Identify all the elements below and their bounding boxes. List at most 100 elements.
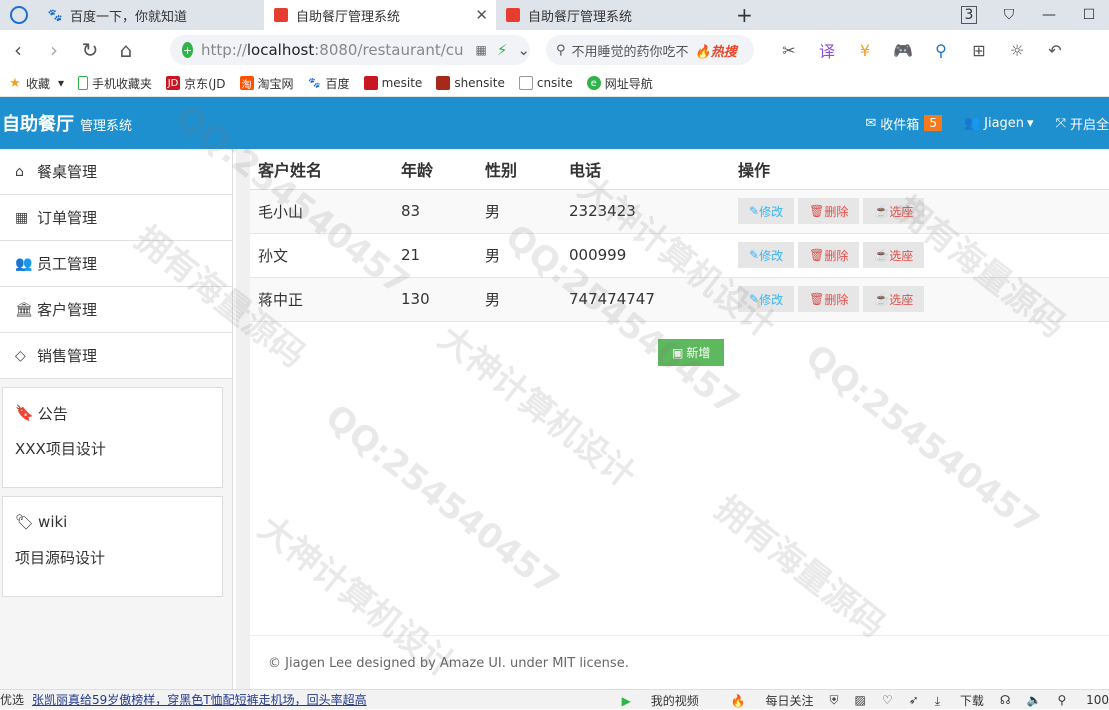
home-icon[interactable]: ⌂ [108,38,144,62]
sidebar-item-staff[interactable]: 👥 员工管理 [0,241,232,287]
back-icon[interactable]: ‹ [0,38,36,62]
delete-button[interactable]: 🗑 删除 [798,198,860,224]
bookmark-jd[interactable]: JD 京东(JD [166,75,226,92]
heart-icon[interactable]: ♡ [882,693,893,707]
speaker-icon[interactable]: 🔈 [1027,693,1042,707]
translate-icon[interactable]: 译 [808,38,846,62]
coin-icon[interactable]: ¥ [846,41,884,60]
cell-actions: ✎ 修改 🗑 删除 ☕ 选座 [730,277,1109,322]
tab-label: 百度一下，你就知道 [70,9,188,25]
game-icon[interactable]: 🎮 [884,41,922,60]
reload-icon[interactable]: ↻ [72,38,108,62]
url-input[interactable]: + http:// localhost :8080/restaurant/cu … [170,35,530,65]
user-menu[interactable]: 👥 Jiagen ▾ [964,116,1034,131]
url-host: localhost [246,41,315,59]
select-seat-button[interactable]: ☕ 选座 [863,242,925,268]
cup-icon: ☕ [874,248,890,262]
bookmarks-bar: ★ 收藏 ▾ 手机收藏夹 JD 京东(JD 淘淘宝网 🐾 百度 mesite shens… [0,70,1109,97]
shirt-icon[interactable]: ⛉ [989,7,1029,23]
browser-tab-baidu[interactable]: 🐾 百度一下，你就知道 [38,0,264,30]
hot-search-badge[interactable]: 🔥热搜 [695,41,737,60]
qr-icon[interactable]: ▦ [476,43,487,57]
grid-icon[interactable]: ⊞ [960,41,998,60]
maximize-icon[interactable]: ☐ [1069,7,1109,23]
star-icon: ★ [9,75,21,91]
table-row: 毛小山 83 男 2323423 ✎ 修改 🗑 删除 ☕ 选座 [250,189,1109,234]
envelope-icon: ✉ [865,115,877,131]
brand-title[interactable]: 自助餐厅 [2,110,74,136]
daily-link[interactable]: 🔥 每日关注 [715,692,814,709]
undo-icon[interactable]: ↶ [1036,41,1074,60]
browser-tab-third[interactable]: 自助餐厅管理系统 [496,0,726,30]
zoom-control[interactable]: ⚲ 100 [1057,693,1109,707]
user-name: Jiagen [984,115,1025,131]
shield-icon[interactable]: ⛨ [830,693,839,708]
select-seat-button[interactable]: ☕ 选座 [863,198,925,224]
select-seat-button[interactable]: ☕ 选座 [863,286,925,312]
bookmark-shensite[interactable]: shensite [436,76,505,90]
download-link[interactable]: ⤓ 下载 [935,692,984,709]
tab-count-badge[interactable]: 3 [949,6,989,24]
lightning-icon[interactable]: ⚡ [497,41,508,59]
sidebar-item-tables[interactable]: ⌂ 餐桌管理 [0,149,232,195]
bookmark-mesite[interactable]: mesite [363,76,422,90]
status-right: ▶ 我的视频 🔥 每日关注 ⛨ ▨ ♡ ➶ ⤓ 下载 ☊ 🔈 ⚲ 100 [590,690,1109,710]
cell-phone: 2323423 [561,189,730,234]
close-tab-icon[interactable]: ✕ [475,6,488,24]
bookmark-favorites[interactable]: ★ 收藏 ▾ [8,75,64,92]
news-ticker-link[interactable]: 张凯丽真给59岁傲榜样，穿黑色T恤配短裤走机场，回头率超高 [32,691,367,708]
col-actions: 操作 [730,149,1109,190]
image-icon[interactable]: ▨ [855,693,866,707]
search-input[interactable]: ⚲ 不用睡觉的药你吃不 🔥热搜 [546,35,754,65]
bookmark-taobao[interactable]: 淘淘宝网 [239,75,294,92]
search-placeholder: 不用睡觉的药你吃不 [571,44,689,60]
users-icon: 👥 [963,115,981,131]
window-controls: 3 ⛉ — ☐ [949,0,1109,30]
new-tab-button[interactable]: + [726,0,756,30]
delete-button[interactable]: 🗑 删除 [798,242,860,268]
cup-icon: ☕ [874,204,890,218]
bookmark-baidu[interactable]: 🐾 百度 [308,75,349,92]
browser-status-bar: 优选 张凯丽真给59岁傲榜样，穿黑色T恤配短裤走机场，回头率超高 ▶ 我的视频 … [0,689,1109,709]
add-customer-button[interactable]: ▣ 新增 [658,339,725,366]
browser-logo-icon[interactable] [0,0,38,30]
bookmark-mobile[interactable]: 手机收藏夹 [78,75,152,92]
brand-subtitle: 管理系统 [80,118,133,134]
cell-name: 孙文 [250,233,393,278]
bookmark-cnsite[interactable]: cnsite [518,76,573,90]
headset-icon[interactable]: ☊ [1000,693,1011,707]
sidebar-item-orders[interactable]: ▦ 订单管理 [0,195,232,241]
address-toolbar: ‹ › ↻ ⌂ + http:// localhost :8080/restau… [0,30,1109,70]
search-icon: ⚲ [556,42,566,58]
magnifier-icon[interactable]: ⚲ [922,41,960,60]
sidebar-scrollbar[interactable] [236,149,250,689]
cell-name: 蒋中正 [250,277,393,322]
trash-icon: 🗑 [809,204,825,218]
edit-button[interactable]: ✎ 修改 [738,242,795,268]
table-row: 孙文 21 男 000999 ✎ 修改 🗑 删除 ☕ 选座 [250,233,1109,278]
chevron-down-icon[interactable]: ⌄ [517,41,530,59]
table-row: 蒋中正 130 男 747474747 ✎ 修改 🗑 删除 ☕ 选座 [250,277,1109,322]
cell-name: 毛小山 [250,189,393,234]
sidebar-item-sales[interactable]: ◇ 销售管理 [0,333,232,379]
rocket-icon[interactable]: ➶ [909,693,919,707]
cell-age: 130 [393,277,477,322]
diamond-icon: ◇ [15,347,26,364]
bookmark-nav[interactable]: e 网址导航 [586,75,653,92]
edit-button[interactable]: ✎ 修改 [738,286,795,312]
fullscreen-link[interactable]: ⤧ 开启全 [1056,114,1109,133]
delete-button[interactable]: 🗑 删除 [798,286,860,312]
minimize-icon[interactable]: — [1029,7,1069,23]
sidebar-item-customers[interactable]: 🏛 客户管理 [0,287,232,333]
scissors-icon[interactable]: ✂ [770,41,808,60]
inbox-link[interactable]: ✉ 收件箱 5 [865,114,942,133]
sun-icon[interactable]: ☼ [998,41,1036,60]
forward-icon[interactable]: › [36,38,72,62]
jd-icon: JD [166,76,181,90]
site-icon [506,8,520,22]
fire-icon: 🔥 [730,693,746,708]
browser-tab-active[interactable]: 自助餐厅管理系统 ✕ [264,0,496,30]
my-video-link[interactable]: ▶ 我的视频 [606,692,699,709]
edit-button[interactable]: ✎ 修改 [738,198,795,224]
edit-icon: ✎ [749,248,760,262]
